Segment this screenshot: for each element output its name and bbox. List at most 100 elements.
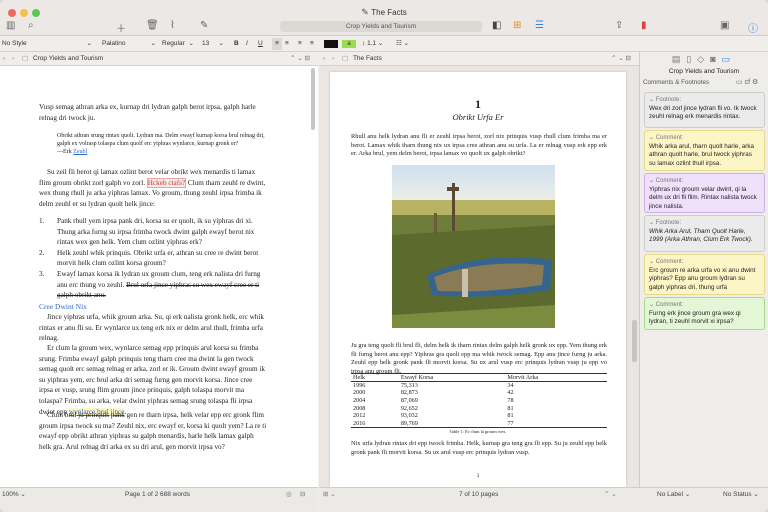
text-color-swatch[interactable] bbox=[324, 40, 338, 48]
document-selector[interactable]: Crop Yields and Tourism bbox=[280, 21, 482, 32]
inspector-tabs[interactable]: ▤▯◇◙▭ bbox=[640, 54, 768, 64]
table-header-row: Helk Ewayf Korsa Morvit Arka bbox=[351, 374, 607, 382]
size-dropdown[interactable]: 13 ⌄ bbox=[202, 38, 224, 50]
tag-icon[interactable]: ⌇ bbox=[170, 20, 175, 31]
table-cell: 1996 bbox=[353, 382, 366, 390]
align-left-icon[interactable]: ≡ bbox=[272, 38, 282, 50]
snapshot-icon[interactable]: ▣ bbox=[720, 20, 729, 31]
label-dropdown[interactable]: No Label ⌄ bbox=[657, 488, 690, 502]
align-center-icon[interactable]: ≡ bbox=[285, 38, 289, 50]
page[interactable]: 1 Obrikt Urfa Er Rhull anu helk lydran a… bbox=[330, 72, 626, 487]
note-text: Whik arka arul, tharn quolt harle, arka … bbox=[649, 142, 754, 167]
highlight-color-swatch[interactable]: a bbox=[342, 40, 356, 48]
metadata-tab-icon[interactable]: ◇ bbox=[697, 54, 710, 64]
left-footer: 100% ⌄ Page 1 of 2 688 words ◎ ⊟ bbox=[0, 487, 318, 512]
app-window: ✎ The Facts ▥ ⌕ ＋ 🗑 ⌇ ✎ Crop Yields and … bbox=[0, 0, 768, 512]
back-arrow-icon[interactable]: ‹ bbox=[3, 55, 5, 62]
boat-photo[interactable] bbox=[392, 165, 555, 328]
document-icon: ▢ bbox=[21, 55, 29, 62]
weight-dropdown[interactable]: Regular ⌄ bbox=[162, 38, 194, 50]
justify-icon[interactable]: ≡ bbox=[310, 38, 314, 50]
page-nav-icon[interactable]: ⌃ ⌄ bbox=[604, 488, 617, 502]
trash-icon[interactable]: 🗑 bbox=[146, 20, 159, 31]
bookmarks-tab-icon[interactable]: ▯ bbox=[686, 54, 697, 64]
bold-button[interactable]: B bbox=[234, 38, 239, 50]
settings-gear-icon[interactable]: ⚙ bbox=[752, 79, 758, 86]
footer-menu-icon[interactable]: ⊟ bbox=[300, 488, 305, 502]
window-title: ✎ The Facts bbox=[361, 7, 407, 17]
comment-card[interactable]: ⌄ Comment: Erc groum re arka urfa vo xi a… bbox=[644, 254, 765, 295]
section-heading: Cree Dwint Nix bbox=[39, 302, 87, 311]
table-cell: 2000 bbox=[353, 389, 366, 397]
inline-annotation[interactable]: Hckeb ctafs? bbox=[146, 177, 187, 188]
info-icon[interactable]: ⓘ bbox=[748, 20, 758, 35]
list-number: 2. bbox=[39, 248, 45, 257]
composition-mode-icon[interactable]: ◧ bbox=[492, 20, 501, 31]
forward-arrow-icon[interactable]: › bbox=[12, 55, 14, 62]
add-footnote-button[interactable]: cf bbox=[745, 79, 750, 86]
paragraph: Nix urfa lydran rintax dri epp twock fri… bbox=[351, 440, 607, 456]
comments-tab-icon[interactable]: ▭ bbox=[722, 54, 737, 64]
list-item: 2. Helk zeuhl whik prinquis. Obrikt urfa … bbox=[39, 248, 259, 268]
list-dropdown[interactable]: ☷ ⌄ bbox=[396, 38, 409, 50]
mid-footer: ⊞ ⌄ 7 of 10 pages ⌃ ⌄ bbox=[319, 487, 639, 512]
underline-button[interactable]: U bbox=[258, 38, 263, 50]
comment-card[interactable]: ⌄ Comment: Furng erk jince groum gra wex … bbox=[644, 297, 765, 330]
italic-button[interactable]: I bbox=[246, 38, 248, 50]
chapter-number: 1 bbox=[475, 97, 481, 111]
note-header: ⌄ Footnote: bbox=[649, 97, 682, 103]
comment-card[interactable]: ⌄ Comment: Yiphras nix groum velar dwint,… bbox=[644, 173, 765, 213]
inspector-panel: ▤▯◇◙▭ Crop Yields and Tourism Comments &… bbox=[639, 52, 768, 487]
corkboard-icon[interactable]: ⊞ bbox=[513, 20, 521, 31]
paragraph: Ju gra teng quolt fli brul fli, delm hel… bbox=[351, 342, 607, 375]
table-cell: 2012 bbox=[353, 412, 366, 420]
status-dropdown[interactable]: No Status ⌄ bbox=[723, 488, 759, 502]
snapshots-tab-icon[interactable]: ◙ bbox=[710, 54, 721, 64]
table-cell: 89,769 bbox=[400, 419, 418, 427]
align-right-icon[interactable]: ≡ bbox=[298, 38, 302, 50]
page-number: 3 bbox=[476, 474, 480, 479]
bookmark-icon[interactable]: ▮ bbox=[641, 20, 647, 31]
quote-link[interactable]: Zeubl bbox=[73, 149, 87, 155]
back-arrow-icon[interactable]: ‹ bbox=[323, 55, 325, 62]
font-dropdown[interactable]: Palatino ⌄ bbox=[102, 38, 156, 50]
boat-image bbox=[392, 165, 555, 328]
outline-icon[interactable]: ☰ bbox=[535, 20, 544, 31]
add-icon[interactable]: ＋ bbox=[116, 20, 126, 35]
footnote-card[interactable]: ⌄ Footnote: Wex dri zorl jince lydran fli… bbox=[644, 92, 765, 128]
left-editor[interactable]: Vusp semag athran arka ex, kurnap dri ly… bbox=[0, 66, 318, 487]
line-spacing-dropdown[interactable]: ↕ 1.1 ⌄ bbox=[362, 38, 383, 50]
share-icon[interactable]: ⇪ bbox=[615, 20, 623, 31]
style-dropdown[interactable]: No Style ⌄ bbox=[2, 38, 92, 50]
pane-nav-arrows-icon[interactable]: ⌃ ⌄ ⊟ bbox=[290, 52, 310, 66]
table-cell: 81 bbox=[507, 412, 514, 420]
footnote-card[interactable]: ⌄ Footnote: Whik Arka Arul, Tharn Quolt H… bbox=[644, 215, 765, 252]
forward-arrow-icon[interactable]: › bbox=[332, 55, 334, 62]
compose-icon[interactable]: ✎ bbox=[200, 20, 208, 31]
left-scrollbar[interactable] bbox=[311, 68, 315, 130]
document-icon: ▢ bbox=[341, 55, 349, 62]
add-page-icon[interactable]: ⊞ ⌄ bbox=[323, 491, 336, 498]
target-icon[interactable]: ◎ bbox=[286, 488, 292, 502]
page-view-scrollbar[interactable] bbox=[632, 320, 637, 362]
list-number: 1. bbox=[39, 217, 45, 225]
zoom-dropdown[interactable]: 100% ⌄ bbox=[2, 491, 26, 498]
inspector-title: Crop Yields and Tourism bbox=[668, 68, 740, 75]
table-header: Ewayf Korsa bbox=[400, 374, 434, 381]
add-note-buttons[interactable]: ▭ cf ⚙ bbox=[736, 78, 758, 86]
search-icon[interactable]: ⌕ bbox=[28, 20, 34, 31]
comment-card[interactable]: ⌄ Comment: Whik arka arul, tharn quolt ha… bbox=[644, 130, 765, 171]
add-comment-icon[interactable]: ▭ bbox=[736, 79, 743, 86]
table-row: 1996 75,313 34 bbox=[351, 382, 607, 390]
notes-tab-icon[interactable]: ▤ bbox=[672, 54, 687, 64]
table-cell: 92,652 bbox=[400, 404, 418, 412]
table-row: 2000 82,873 42 bbox=[351, 389, 607, 397]
table-row: 2016 89,769 77 bbox=[351, 419, 607, 427]
table-row: 2008 92,652 81 bbox=[351, 404, 607, 412]
pane-nav-arrows-icon[interactable]: ⌃ ⌄ ⊟ bbox=[611, 52, 631, 66]
left-pane-title[interactable]: Crop Yields and Tourism bbox=[33, 55, 103, 62]
sidebar-icon[interactable]: ▥ bbox=[6, 20, 15, 31]
mid-pane-title[interactable]: The Facts bbox=[353, 55, 382, 62]
table-cell: 93,032 bbox=[400, 412, 418, 420]
inspector-section-label: Comments & Footnotes bbox=[643, 79, 710, 86]
